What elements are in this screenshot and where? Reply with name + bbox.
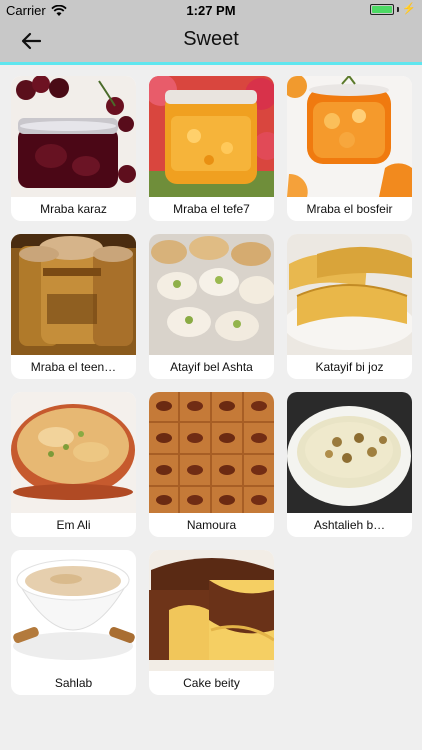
page-title: Sweet [183,28,239,50]
dessert-card-mraba-el-bosfeir[interactable]: Mraba el bosfeir [287,76,412,221]
dessert-label: Cake beity [183,676,240,690]
dessert-label: Mraba el bosfeir [306,202,393,216]
dessert-card-namoura[interactable]: Namoura [149,392,274,537]
dessert-label: Em Ali [56,518,91,532]
dessert-card-cake-beity[interactable]: Cake beity [149,550,274,695]
dessert-photo [149,76,274,197]
dessert-photo [11,392,136,513]
dessert-card-mraba-el-teen[interactable]: Mraba el teen… [11,234,136,379]
dessert-photo [149,234,274,355]
navigation-bar: Sweet [0,20,422,65]
dessert-label: Ashtalieh b… [313,518,386,532]
battery-icon [370,4,395,15]
dessert-card-mraba-karaz[interactable]: Mraba karaz [11,76,136,221]
dessert-label: Mraba karaz [40,202,107,216]
status-time: 1:27 PM [186,3,236,18]
dessert-card-em-ali[interactable]: Em Ali [11,392,136,537]
dessert-card-mraba-el-tefe7[interactable]: Mraba el tefe7 [149,76,274,221]
dessert-card-atayif-bel-ashta[interactable]: Atayif bel Ashta [149,234,274,379]
charging-bolt-icon: ⚡ [402,3,416,15]
dessert-label: Atayif bel Ashta [170,360,253,374]
dessert-card-ashtalieh[interactable]: Ashtalieh b… [287,392,412,537]
dessert-photo [287,392,412,513]
dessert-label: Katayif bi joz [315,360,384,374]
battery-area: ⚡ [370,4,416,15]
dessert-photo [287,76,412,197]
dessert-card-sahlab[interactable]: Sahlab [11,550,136,695]
dessert-grid: Mraba karaz Mraba el tefe7 Mraba el bosf… [11,76,412,695]
dessert-photo [11,550,136,671]
dessert-photo [11,76,136,197]
dessert-label: Namoura [186,518,237,532]
dessert-photo [149,550,274,671]
battery-cap [397,7,400,12]
dessert-photo [11,234,136,355]
dessert-label: Sahlab [54,676,93,690]
dessert-label: Mraba el tefe7 [173,202,250,216]
dessert-photo [287,234,412,355]
status-bar: Carrier 1:27 PM ⚡ [0,0,422,20]
dessert-card-katayif-bi-joz[interactable]: Katayif bi joz [287,234,412,379]
dessert-label: Mraba el teen… [30,360,117,374]
dessert-photo [149,392,274,513]
